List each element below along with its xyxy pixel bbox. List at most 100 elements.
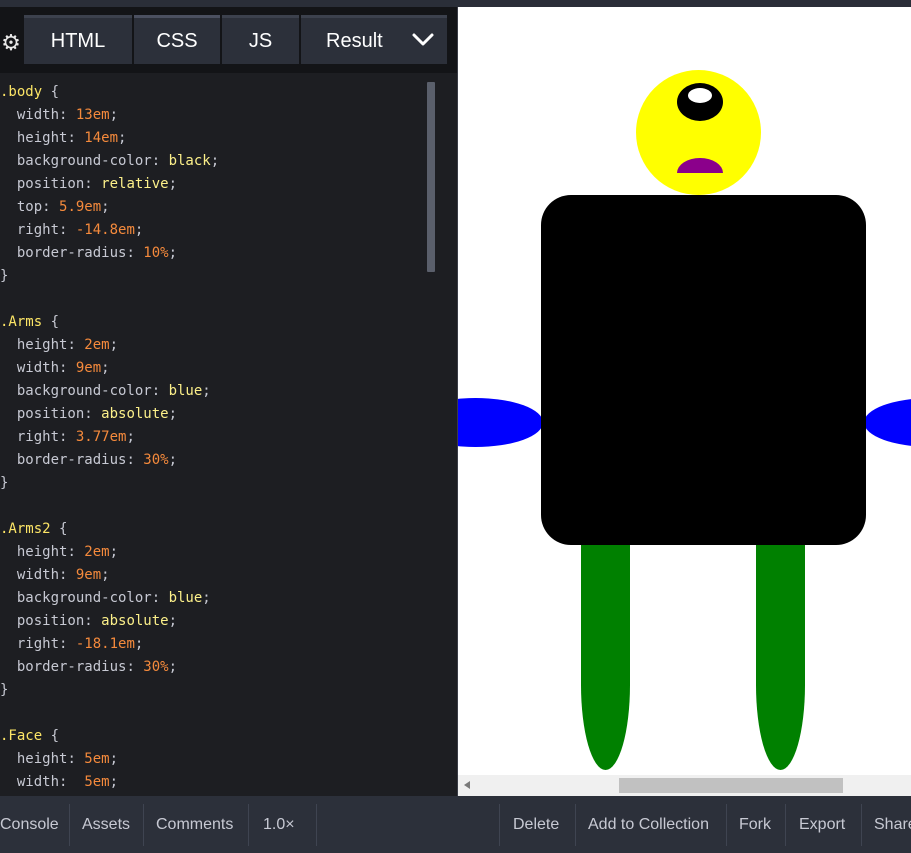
code-token: 14em: [84, 130, 119, 146]
code-token: ;: [101, 567, 110, 583]
robot-left-arm: [458, 398, 543, 447]
tab-html[interactable]: HTML: [24, 15, 132, 64]
code-token: border-radius: [0, 245, 127, 261]
share-button[interactable]: Share: [874, 796, 911, 853]
code-token: :: [59, 567, 76, 583]
code-token: top: [0, 199, 43, 215]
code-token: 10%: [143, 245, 169, 261]
footer-divider: [861, 804, 862, 846]
code-token: position: [0, 406, 85, 422]
code-token: }: [0, 475, 9, 491]
code-line: top: 5.9em;: [0, 196, 457, 219]
export-button[interactable]: Export: [799, 796, 845, 853]
code-token: :: [67, 130, 85, 146]
code-token: ;: [168, 176, 178, 192]
tab-js[interactable]: JS: [222, 15, 299, 64]
code-line: right: 3.77em;: [0, 426, 457, 449]
code-token: :: [59, 107, 76, 123]
editor-vertical-scrollbar[interactable]: [427, 82, 435, 272]
code-token: position: [0, 613, 85, 629]
code-token: 30%: [143, 452, 169, 468]
code-line: width: 9em;: [0, 357, 457, 380]
code-token: right: [0, 636, 60, 652]
chevron-down-icon[interactable]: [411, 30, 435, 50]
code-token: height: [0, 130, 68, 146]
comments-button[interactable]: Comments: [156, 796, 233, 853]
tab-result[interactable]: Result: [301, 15, 447, 64]
code-token: ;: [109, 107, 119, 123]
code-token: background-color: [0, 590, 152, 606]
code-token: ;: [118, 130, 127, 146]
code-line: width: 5em;: [0, 771, 457, 794]
robot-torso: [541, 195, 866, 545]
code-line: height: 5em;: [0, 748, 457, 771]
robot-mouth: [677, 158, 723, 173]
code-token: ;: [109, 337, 119, 353]
scrollbar-thumb[interactable]: [619, 778, 843, 793]
delete-button[interactable]: Delete: [513, 796, 559, 853]
code-token: -14.8em: [75, 222, 135, 238]
zoom-button[interactable]: 1.0×: [263, 796, 295, 853]
code-line: position: absolute;: [0, 403, 457, 426]
code-token: :: [59, 774, 85, 790]
tab-css[interactable]: CSS: [134, 15, 220, 64]
code-token: border-radius: [0, 659, 127, 675]
code-token: right: [0, 222, 60, 238]
code-token: black: [168, 153, 211, 169]
code-token: .Arms2: [0, 521, 51, 537]
code-token: height: [0, 337, 68, 353]
code-token: :: [151, 153, 169, 169]
code-token: width: [0, 774, 60, 790]
code-token: width: [0, 107, 60, 123]
code-line: .Arms2 {: [0, 518, 457, 541]
css-code-editor[interactable]: .body { width: 13em; height: 14em; backg…: [0, 81, 457, 796]
code-token: 3.77em: [75, 429, 127, 445]
footer-divider: [499, 804, 500, 846]
code-token: :: [59, 360, 76, 376]
code-token: background-color: [0, 153, 152, 169]
code-line: right: -14.8em;: [0, 219, 457, 242]
code-token: .Arms: [0, 314, 43, 330]
code-line: border-radius: 10%;: [0, 242, 457, 265]
code-line: background-color: black;: [0, 150, 457, 173]
fork-button[interactable]: Fork: [739, 796, 771, 853]
code-token: 2em: [84, 337, 110, 353]
code-token: :: [126, 659, 144, 675]
code-token: position: [0, 176, 85, 192]
editor-pane: ⚙ HTML CSS JS Result .body { width: 13em…: [0, 7, 457, 796]
code-token: 9em: [75, 360, 102, 376]
code-token: width: [0, 567, 60, 583]
add-to-collection-button[interactable]: Add to Collection: [588, 796, 709, 853]
code-line: right: -18.1em;: [0, 633, 457, 656]
code-line: .Face {: [0, 725, 457, 748]
code-token: :: [59, 222, 76, 238]
code-line: height: 2em;: [0, 541, 457, 564]
code-token: :: [59, 636, 76, 652]
code-token: 5em: [84, 774, 110, 790]
code-token: 2em: [84, 544, 110, 560]
footer-divider: [248, 804, 249, 846]
code-line: position: relative;: [0, 173, 457, 196]
code-token: :: [42, 199, 60, 215]
result-horizontal-scrollbar[interactable]: [458, 775, 911, 796]
arrow-left-icon[interactable]: [464, 781, 470, 789]
assets-button[interactable]: Assets: [82, 796, 130, 853]
code-token: {: [42, 84, 60, 100]
code-token: absolute: [101, 613, 169, 629]
gear-icon[interactable]: ⚙: [0, 27, 22, 59]
code-token: }: [0, 268, 9, 284]
console-button[interactable]: Console: [0, 796, 59, 853]
code-token: 9em: [75, 567, 102, 583]
code-token: ;: [109, 751, 119, 767]
code-token: border-radius: [0, 452, 127, 468]
code-line: background-color: blue;: [0, 587, 457, 610]
code-token: ;: [202, 383, 211, 399]
robot-right-leg: [756, 527, 805, 770]
code-line: border-radius: 30%;: [0, 656, 457, 679]
code-token: :: [151, 590, 169, 606]
result-preview: [458, 7, 911, 796]
footer-divider: [575, 804, 576, 846]
code-line: width: 9em;: [0, 564, 457, 587]
